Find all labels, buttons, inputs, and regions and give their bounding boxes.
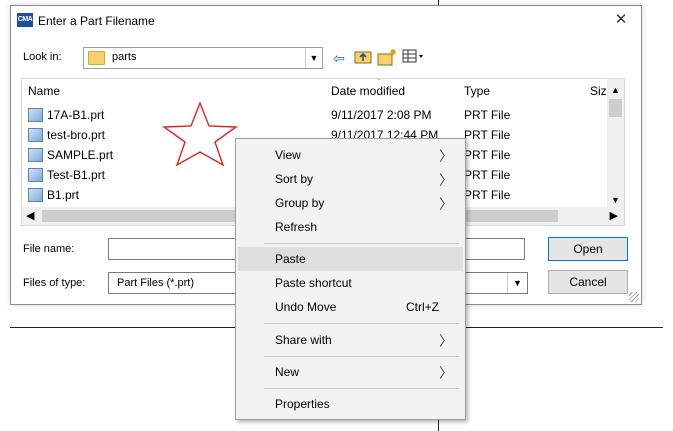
menu-item-group-by[interactable]: Group by 〉 xyxy=(238,191,463,215)
file-date: 9/11/2017 2:08 PM xyxy=(331,108,432,122)
star-outline-icon xyxy=(161,101,239,167)
chevron-right-icon: 〉 xyxy=(439,365,453,381)
look-in-value: parts xyxy=(112,51,137,63)
background-line xyxy=(438,420,439,431)
chevron-down-icon[interactable]: ▼ xyxy=(305,48,322,68)
scroll-right-icon[interactable]: ▶ xyxy=(610,209,618,222)
new-folder-icon[interactable] xyxy=(377,48,397,68)
menu-separator xyxy=(264,356,459,357)
file-type-label: Files of type: xyxy=(23,277,86,289)
look-in-row: Look in: parts ▼ ⇦ xyxy=(11,46,641,70)
folder-icon xyxy=(88,51,105,65)
file-type: PRT File xyxy=(464,188,511,202)
menu-item-label: Paste xyxy=(275,252,306,266)
column-header-date[interactable]: Date modified xyxy=(331,84,405,98)
file-name: 17A-B1.prt xyxy=(47,108,105,122)
resize-grip-icon[interactable] xyxy=(629,292,639,302)
menu-item-label: Paste shortcut xyxy=(275,276,352,290)
menu-item-label: Sort by xyxy=(275,172,314,186)
scroll-left-icon[interactable]: ◀ xyxy=(26,209,34,222)
chevron-right-icon: 〉 xyxy=(439,148,453,164)
menu-item-sort-by[interactable]: Sort by 〉 xyxy=(238,167,463,191)
menu-item-label: Share with xyxy=(275,333,332,347)
menu-item-shortcut: Ctrl+Z xyxy=(406,300,439,314)
file-type-value: Part Files (*.prt) xyxy=(117,277,195,289)
menu-item-undo-move[interactable]: Undo Move Ctrl+Z xyxy=(238,295,463,319)
file-icon xyxy=(28,168,43,182)
column-header-name[interactable]: Name xyxy=(28,84,60,98)
file-name: Test-B1.prt xyxy=(47,168,106,182)
file-row[interactable]: 17A-B1.prt 9/11/2017 2:08 PM PRT File xyxy=(22,105,612,125)
menu-item-label: Group by xyxy=(275,196,325,210)
column-header-type[interactable]: Type xyxy=(464,84,490,98)
context-menu: View 〉 Sort by 〉 Group by 〉 Refresh Past… xyxy=(235,138,466,420)
vertical-scrollbar[interactable]: ▲ ▼ xyxy=(607,79,624,207)
up-folder-icon[interactable] xyxy=(353,48,373,68)
look-in-combobox[interactable]: parts ▼ xyxy=(83,47,323,69)
menu-item-share-with[interactable]: Share with 〉 xyxy=(238,328,463,352)
file-type: PRT File xyxy=(464,108,511,122)
file-name: SAMPLE.prt xyxy=(47,148,114,162)
cancel-button[interactable]: Cancel xyxy=(548,270,628,294)
file-name-label: File name: xyxy=(23,243,75,255)
background-line xyxy=(10,327,235,328)
scroll-thumb[interactable] xyxy=(609,99,622,117)
menu-item-label: Properties xyxy=(275,397,330,411)
file-name: B1.prt xyxy=(47,188,80,202)
menu-item-paste-shortcut[interactable]: Paste shortcut xyxy=(238,271,463,295)
menu-item-refresh[interactable]: Refresh xyxy=(238,215,463,239)
file-icon xyxy=(28,148,43,162)
scroll-down-icon[interactable]: ▼ xyxy=(607,195,624,205)
menu-item-new[interactable]: New 〉 xyxy=(238,360,463,384)
file-icon xyxy=(28,108,43,122)
menu-item-label: New xyxy=(275,365,300,379)
scroll-up-icon[interactable]: ▲ xyxy=(607,85,624,95)
dialog-title: Enter a Part Filename xyxy=(38,14,155,28)
chevron-right-icon: 〉 xyxy=(439,333,453,349)
background-line xyxy=(466,327,663,328)
close-button[interactable]: ✕ xyxy=(601,6,641,34)
menu-item-label: Refresh xyxy=(275,220,318,234)
menu-item-view[interactable]: View 〉 xyxy=(238,143,463,167)
chevron-right-icon: 〉 xyxy=(439,196,453,212)
file-icon xyxy=(28,188,43,202)
chevron-down-icon[interactable]: ▼ xyxy=(507,273,527,293)
menu-item-label: Undo Move xyxy=(275,300,337,314)
menu-separator xyxy=(264,243,459,244)
menu-separator xyxy=(264,388,459,389)
file-type: PRT File xyxy=(464,128,511,142)
open-button[interactable]: Open xyxy=(548,237,628,261)
view-menu-icon[interactable] xyxy=(401,48,427,68)
menu-item-label: View xyxy=(275,148,301,162)
look-in-label: Look in: xyxy=(23,51,62,63)
file-name: test-bro.prt xyxy=(47,128,106,142)
file-icon xyxy=(28,128,43,142)
title-bar[interactable]: CMA Enter a Part Filename ✕ xyxy=(11,6,641,36)
file-type: PRT File xyxy=(464,168,511,182)
menu-item-properties[interactable]: Properties xyxy=(238,392,463,416)
chevron-right-icon: 〉 xyxy=(439,172,453,188)
file-type: PRT File xyxy=(464,148,511,162)
menu-item-paste[interactable]: Paste xyxy=(238,247,463,271)
menu-separator xyxy=(264,323,459,324)
back-arrow-icon[interactable]: ⇦ xyxy=(329,48,349,68)
app-icon: CMA xyxy=(17,13,33,27)
